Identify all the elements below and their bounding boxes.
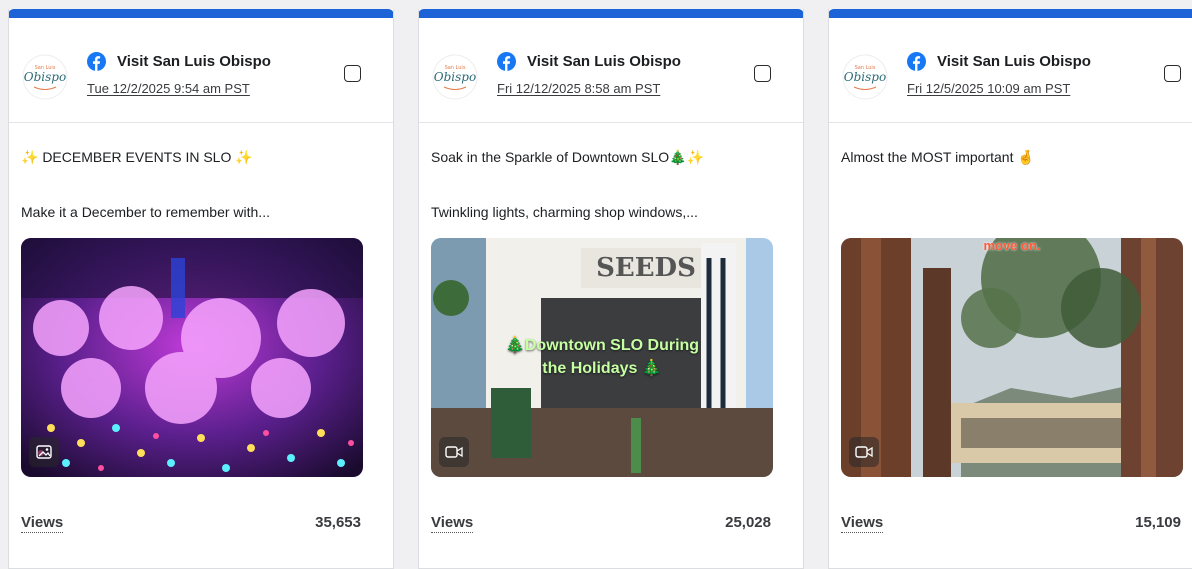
post-date-link[interactable]: Fri 12/12/2025 8:58 am PST [497, 81, 660, 96]
views-count: 25,028 [725, 514, 771, 531]
account-logo: Obispo San Luis [842, 54, 888, 100]
post-card[interactable]: Obispo San Luis Visit San Luis Obispo Fri… [828, 9, 1192, 569]
views-label[interactable]: Views [431, 514, 474, 533]
post-date-link[interactable]: Fri 12/5/2025 10:09 am PST [907, 81, 1070, 96]
account-logo: Obispo San Luis [432, 54, 478, 100]
card-header: Obispo San Luis Visit San Luis Obispo Fri… [419, 18, 803, 123]
image-icon [29, 437, 59, 467]
account-name[interactable]: Visit San Luis Obispo [117, 53, 271, 70]
svg-text:San Luis: San Luis [855, 65, 876, 71]
card-accent-bar [829, 9, 1192, 18]
card-header: Obispo San Luis Visit San Luis Obispo Tue… [9, 18, 393, 123]
views-count: 15,109 [1135, 514, 1181, 531]
post-card[interactable]: Obispo San Luis Visit San Luis Obispo Fri… [418, 9, 804, 569]
post-thumbnail[interactable] [21, 238, 363, 477]
select-checkbox[interactable] [754, 65, 771, 82]
facebook-icon [907, 52, 926, 71]
facebook-icon [87, 52, 106, 71]
thumbnail-caption: 🎄Downtown SLO During the Holidays 🎄 [504, 337, 700, 377]
facebook-icon [497, 52, 516, 71]
svg-text:San Luis: San Luis [35, 65, 56, 71]
svg-text:San Luis: San Luis [445, 65, 466, 71]
post-headline: Almost the MOST important 🤞 [841, 149, 1035, 165]
views-label[interactable]: Views [21, 514, 64, 533]
post-thumbnail[interactable]: move on. [841, 238, 1183, 477]
card-accent-bar [419, 9, 803, 18]
account-name[interactable]: Visit San Luis Obispo [937, 53, 1091, 70]
thumbnail-caption: move on. [983, 238, 1041, 253]
select-checkbox[interactable] [344, 65, 361, 82]
post-thumbnail[interactable]: SEEDS 🎄Downtown SLO During the Holidays … [431, 238, 773, 477]
views-count: 35,653 [315, 514, 361, 531]
post-headline: ✨ DECEMBER EVENTS IN SLO ✨ [21, 149, 253, 165]
account-logo: Obispo San Luis [22, 54, 68, 100]
post-excerpt: Twinkling lights, charming shop windows,… [431, 204, 698, 220]
account-name[interactable]: Visit San Luis Obispo [527, 53, 681, 70]
select-checkbox[interactable] [1164, 65, 1181, 82]
video-icon [849, 437, 879, 467]
svg-text:Obispo: Obispo [24, 70, 66, 84]
post-excerpt: Make it a December to remember with... [21, 204, 270, 220]
post-card[interactable]: Obispo San Luis Visit San Luis Obispo Tue… [8, 9, 394, 569]
svg-text:Obispo: Obispo [434, 70, 476, 84]
svg-text:Obispo: Obispo [844, 70, 886, 84]
video-icon [439, 437, 469, 467]
card-header: Obispo San Luis Visit San Luis Obispo Fri… [829, 18, 1192, 123]
post-date-link[interactable]: Tue 12/2/2025 9:54 am PST [87, 81, 250, 96]
post-headline: Soak in the Sparkle of Downtown SLO🎄✨ [431, 149, 704, 165]
views-label[interactable]: Views [841, 514, 884, 533]
card-accent-bar [9, 9, 393, 18]
svg-text:SEEDS: SEEDS [596, 253, 696, 283]
